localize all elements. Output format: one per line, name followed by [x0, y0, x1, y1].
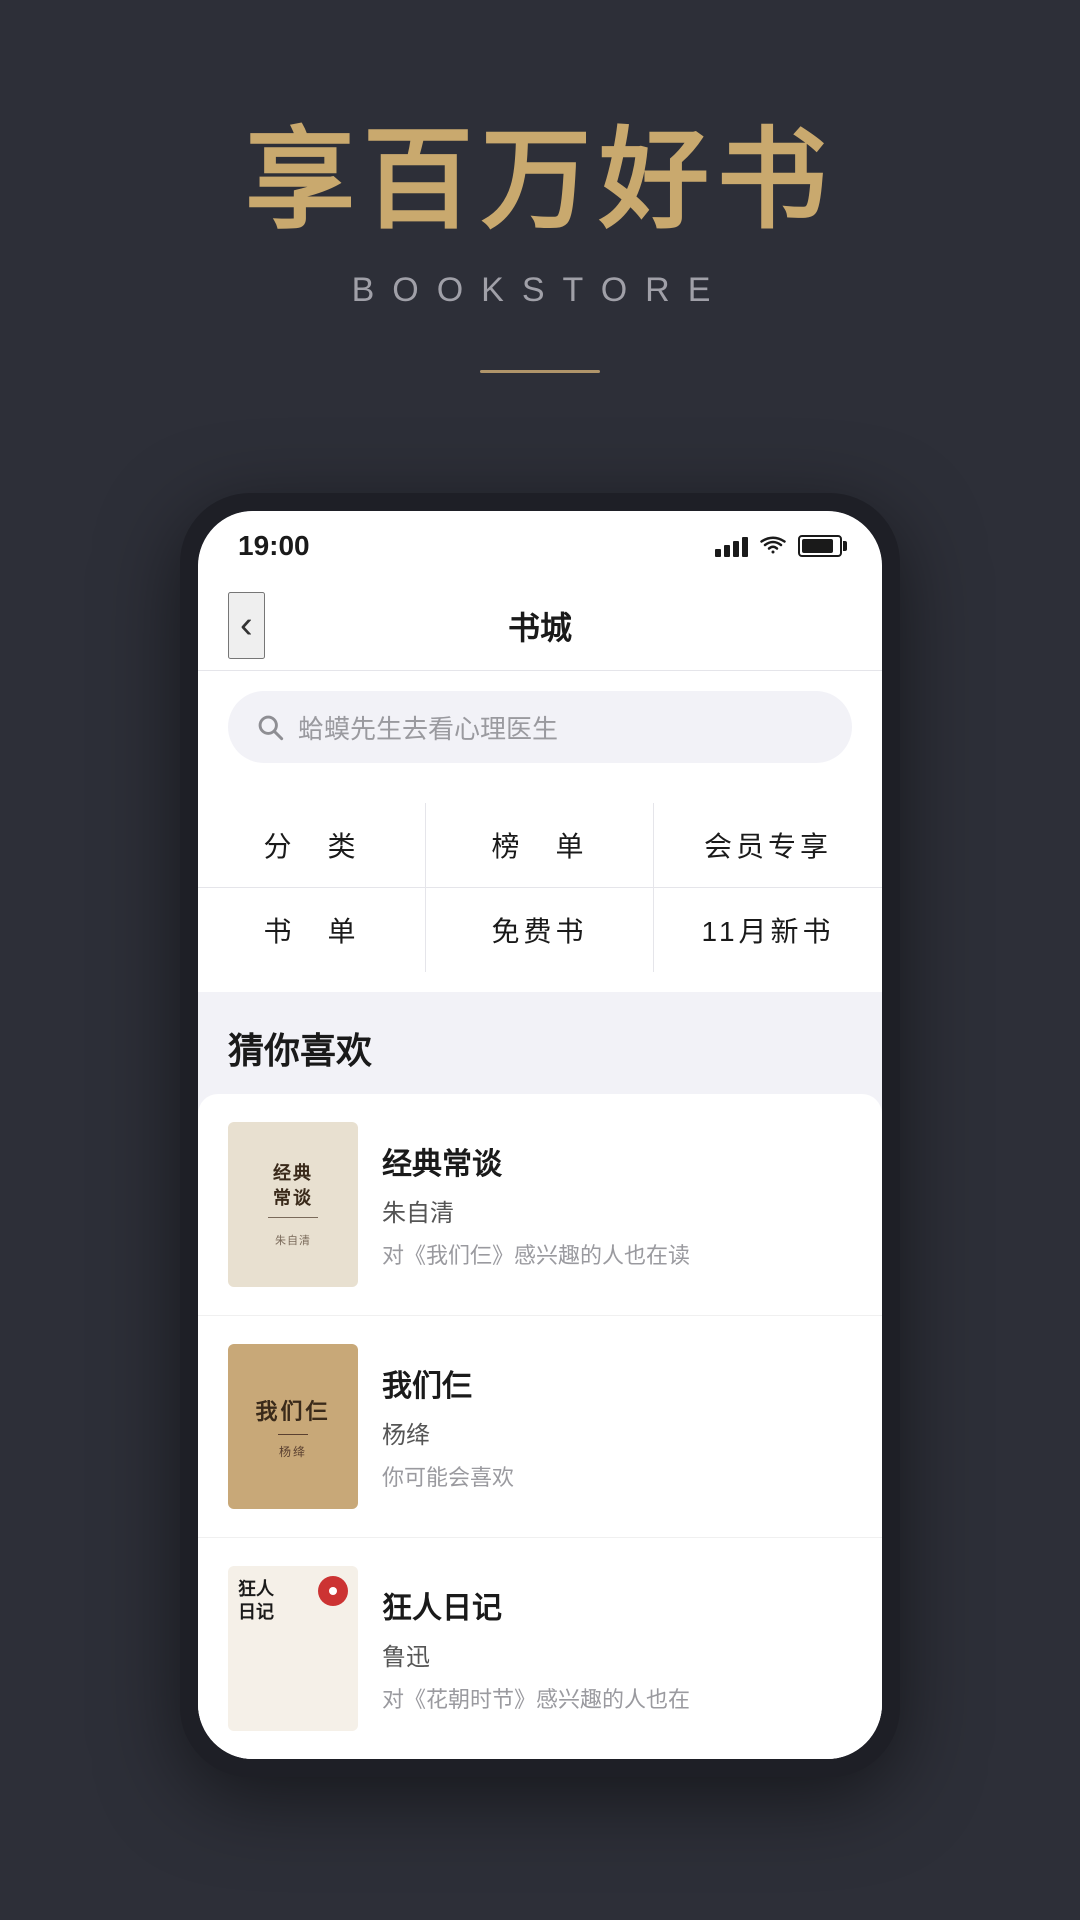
branding-area: 享百万好书 BOOKSTORE	[0, 0, 1080, 433]
nav-title: 书城	[508, 603, 572, 649]
recommendations-section: 猜你喜欢 经典常谈 朱自清 经典常谈 朱自清 对《我们仨》感兴趣的人也在读	[198, 992, 882, 1759]
status-bar: 19:00	[198, 511, 882, 581]
search-bar[interactable]: 蛤蟆先生去看心理医生	[228, 691, 852, 763]
signal-bar-4	[742, 537, 748, 557]
cover-2-author: 杨绛	[279, 1443, 307, 1460]
cover-1-subtitle: 朱自清	[275, 1232, 311, 1248]
category-item-booklist[interactable]: 书 单	[198, 888, 426, 972]
category-grid: 分 类 榜 单 会员专享 书 单 免费书 11月新书	[198, 787, 882, 992]
sub-title: BOOKSTORE	[352, 271, 729, 310]
main-title: 享百万好书	[245, 120, 835, 241]
book-name-3: 狂人日记	[382, 1583, 852, 1627]
section-title: 猜你喜欢	[198, 1022, 882, 1074]
book-cover-3: 狂人日记	[228, 1566, 358, 1731]
category-item-rank[interactable]: 榜 单	[426, 803, 654, 888]
book-list: 经典常谈 朱自清 经典常谈 朱自清 对《我们仨》感兴趣的人也在读	[198, 1094, 882, 1759]
cover-2-deco	[278, 1434, 308, 1435]
search-placeholder: 蛤蟆先生去看心理医生	[298, 709, 558, 746]
outer-background: 享百万好书 BOOKSTORE 19:00	[0, 0, 1080, 1920]
battery-icon	[798, 535, 842, 557]
book-name-1: 经典常谈	[382, 1139, 852, 1183]
status-time: 19:00	[238, 530, 310, 562]
cover-3-title: 狂人日记	[238, 1578, 274, 1625]
category-item-vip[interactable]: 会员专享	[654, 803, 882, 888]
book-author-1: 朱自清	[382, 1193, 852, 1228]
signal-bar-1	[715, 549, 721, 557]
book-name-2: 我们仨	[382, 1361, 852, 1405]
book-cover-1: 经典常谈 朱自清	[228, 1122, 358, 1287]
wifi-icon	[760, 536, 786, 556]
divider-line	[480, 370, 600, 373]
book-desc-2: 你可能会喜欢	[382, 1460, 852, 1492]
book-desc-1: 对《我们仨》感兴趣的人也在读	[382, 1238, 852, 1270]
search-area: 蛤蟆先生去看心理医生	[198, 671, 882, 787]
category-item-free[interactable]: 免费书	[426, 888, 654, 972]
cover-1-line	[268, 1217, 318, 1218]
phone-inner: 19:00	[198, 511, 882, 1759]
book-info-2: 我们仨 杨绛 你可能会喜欢	[382, 1361, 852, 1492]
battery-fill	[802, 539, 833, 553]
category-item-new[interactable]: 11月新书	[654, 888, 882, 972]
back-button[interactable]: ‹	[228, 592, 265, 659]
book-info-1: 经典常谈 朱自清 对《我们仨》感兴趣的人也在读	[382, 1139, 852, 1270]
book-item-1[interactable]: 经典常谈 朱自清 经典常谈 朱自清 对《我们仨》感兴趣的人也在读	[198, 1094, 882, 1316]
book-info-3: 狂人日记 鲁迅 对《花朝时节》感兴趣的人也在	[382, 1583, 852, 1714]
book-item-3[interactable]: 狂人日记 狂人日记 鲁迅 对《花朝时节》感兴趣的人也在	[198, 1538, 882, 1759]
status-icons	[715, 535, 842, 557]
book-author-2: 杨绛	[382, 1415, 852, 1450]
signal-bar-3	[733, 541, 739, 557]
cover-2-title: 我们仨	[255, 1394, 330, 1426]
book-item-2[interactable]: 我们仨 杨绛 我们仨 杨绛 你可能会喜欢	[198, 1316, 882, 1538]
nav-bar: ‹ 书城	[198, 581, 882, 671]
signal-icon	[715, 535, 748, 557]
book-cover-2: 我们仨 杨绛	[228, 1344, 358, 1509]
category-item-classify[interactable]: 分 类	[198, 803, 426, 888]
search-icon	[256, 713, 284, 741]
cover-1-title: 经典常谈	[273, 1161, 313, 1211]
phone-mockup: 19:00	[180, 493, 900, 1777]
book-author-3: 鲁迅	[382, 1637, 852, 1672]
cover-3-badge	[318, 1576, 348, 1606]
book-desc-3: 对《花朝时节》感兴趣的人也在	[382, 1682, 852, 1714]
signal-bar-2	[724, 545, 730, 557]
